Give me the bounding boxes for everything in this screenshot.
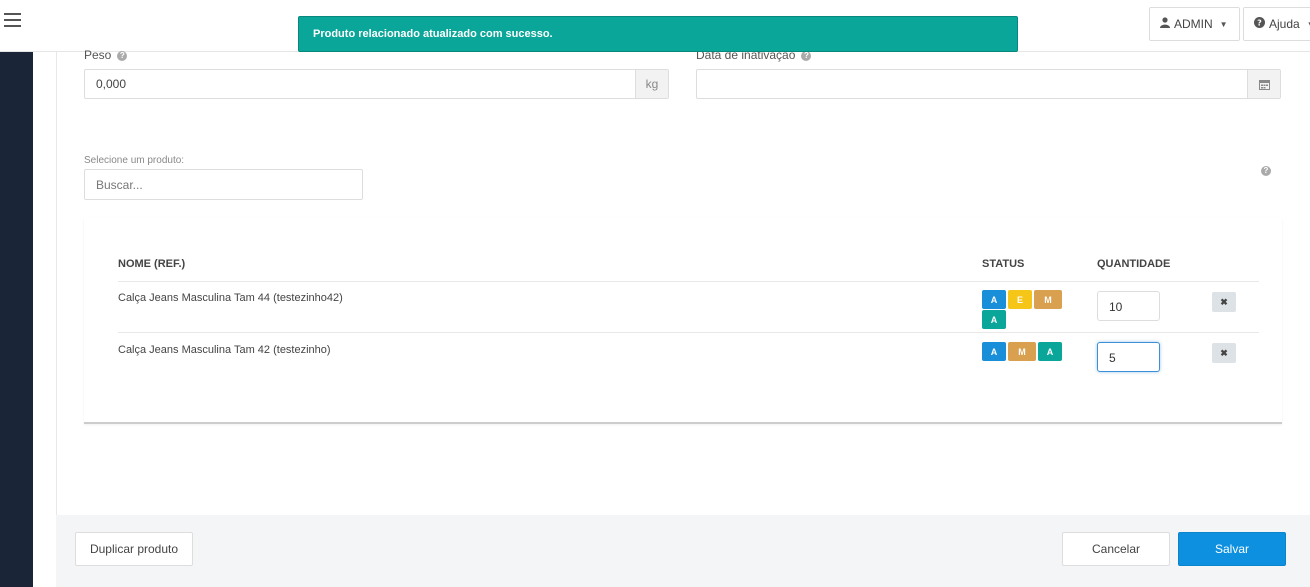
header-status: STATUS: [982, 258, 1025, 270]
status-badge: A: [1038, 342, 1062, 361]
status-badge: M: [1008, 342, 1036, 361]
help-label: Ajuda: [1269, 17, 1300, 31]
help-menu-button[interactable]: ? Ajuda ▼: [1243, 7, 1310, 41]
cancel-button[interactable]: Cancelar: [1062, 532, 1170, 566]
user-icon: [1160, 17, 1170, 31]
row-product-name: Calça Jeans Masculina Tam 42 (testezinho…: [118, 344, 331, 356]
help-icon[interactable]: ?: [1261, 166, 1271, 176]
help-icon[interactable]: ?: [801, 50, 812, 61]
row-divider: [118, 332, 1259, 333]
quantity-input[interactable]: 5: [1097, 342, 1160, 372]
header-name: NOME (REF.): [118, 258, 186, 270]
row-divider: [118, 281, 1259, 282]
form-footer: Duplicar produto Cancelar Salvar: [56, 515, 1310, 587]
product-search-input[interactable]: Buscar...: [84, 169, 363, 200]
close-icon: ✖: [1220, 347, 1228, 358]
inactivation-date-field[interactable]: [696, 69, 1281, 99]
status-badge: E: [1008, 290, 1032, 309]
weight-value: 0,000: [96, 77, 127, 91]
sidebar: [0, 52, 33, 587]
status-badges: A E M A: [982, 290, 1062, 329]
admin-menu-button[interactable]: ADMIN ▼: [1149, 7, 1240, 41]
header-quantity: QUANTIDADE: [1097, 258, 1171, 270]
question-circle-icon: ?: [1254, 17, 1265, 31]
close-icon: ✖: [1220, 296, 1228, 307]
status-badge: A: [982, 342, 1006, 361]
status-badge: A: [982, 310, 1006, 329]
remove-row-button[interactable]: ✖: [1212, 343, 1236, 363]
status-badge: M: [1034, 290, 1062, 309]
menu-icon[interactable]: [4, 13, 21, 27]
success-toast: Produto relacionado atualizado com suces…: [298, 16, 1018, 52]
weight-unit: kg: [635, 70, 668, 98]
save-button[interactable]: Salvar: [1178, 532, 1286, 566]
status-badge: A: [982, 290, 1006, 309]
help-icon[interactable]: ?: [117, 50, 128, 61]
calendar-icon[interactable]: [1247, 70, 1280, 98]
remove-row-button[interactable]: ✖: [1212, 292, 1236, 312]
row-product-name: Calça Jeans Masculina Tam 44 (testezinho…: [118, 292, 343, 304]
quantity-input[interactable]: 10: [1097, 291, 1160, 321]
duplicate-product-button[interactable]: Duplicar produto: [75, 532, 193, 566]
product-select-label: Selecione um produto:: [84, 155, 185, 166]
weight-label: Peso: [84, 48, 112, 62]
weight-label-group: Peso?: [84, 48, 128, 62]
weight-field[interactable]: 0,000 kg: [84, 69, 669, 99]
admin-label: ADMIN: [1174, 17, 1213, 31]
svg-text:?: ?: [1257, 18, 1262, 27]
related-products-table: NOME (REF.) STATUS QUANTIDADE Calça Jean…: [84, 218, 1282, 424]
caret-down-icon: ▼: [1219, 19, 1228, 29]
status-badges: A M A: [982, 342, 1062, 361]
